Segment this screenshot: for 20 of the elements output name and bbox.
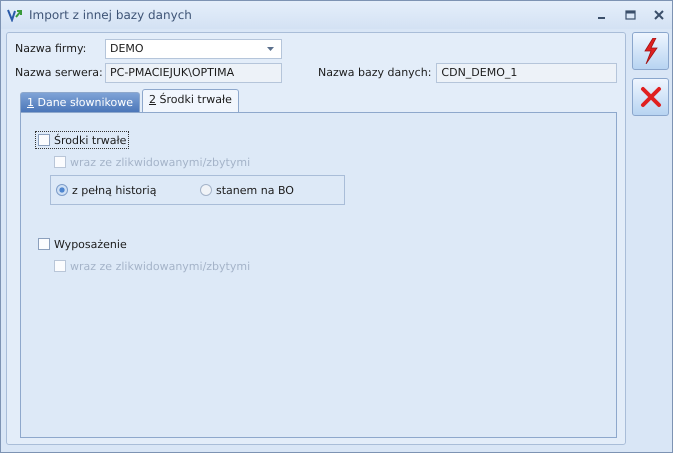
radio-button[interactable]: z pełną historią	[56, 184, 200, 196]
close-icon[interactable]	[654, 10, 664, 20]
tab[interactable]: 2 Środki trwałe	[142, 89, 239, 112]
field-label: Nazwa firmy:	[15, 42, 88, 55]
window-title: Import z innej bazy danych	[29, 8, 193, 22]
run-button[interactable]	[632, 32, 670, 70]
maximize-icon[interactable]	[625, 10, 636, 20]
database-field[interactable]: CDN_DEMO_1	[436, 62, 618, 82]
company-dropdown[interactable]: DEMO	[105, 38, 282, 58]
checkbox[interactable]: Wyposażenie	[35, 235, 130, 253]
server-field[interactable]: PC-PMACIEJUK\OPTIMA	[105, 62, 282, 82]
radio-button[interactable]: stanem na BO	[200, 184, 344, 196]
app-icon	[7, 8, 23, 22]
field-label: Nazwa serwera:	[15, 66, 104, 79]
lightning-icon	[642, 38, 659, 64]
dropdown-caret-icon	[267, 46, 274, 50]
cancel-button[interactable]	[632, 78, 670, 116]
cross-icon	[640, 86, 662, 108]
field-label: Nazwa bazy danych:	[318, 66, 432, 79]
checkbox[interactable]: Środki trwałe	[35, 131, 130, 149]
